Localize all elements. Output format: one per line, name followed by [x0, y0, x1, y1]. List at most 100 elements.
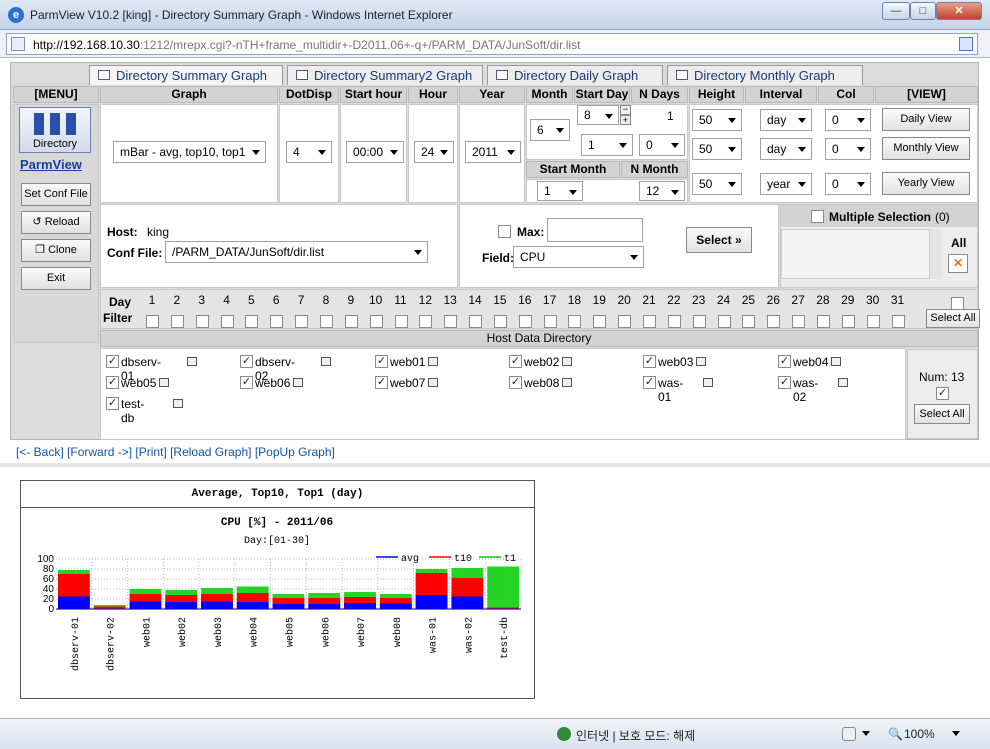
interval-select-3[interactable]: year	[760, 173, 812, 195]
day-checkbox[interactable]	[419, 315, 433, 328]
day-checkbox[interactable]	[493, 315, 507, 328]
popup-icon[interactable]	[293, 378, 303, 387]
day-checkbox[interactable]	[891, 315, 905, 328]
col-select-2[interactable]: 0	[825, 138, 871, 160]
year-select[interactable]: 2011	[465, 141, 521, 163]
host-checkbox[interactable]	[375, 376, 388, 389]
host-select-all-button[interactable]: Select All	[914, 404, 970, 424]
conf-file-select[interactable]: /PARM_DATA/JunSoft/dir.list	[165, 241, 428, 263]
day-checkbox[interactable]	[444, 315, 458, 328]
day-checkbox[interactable]	[618, 315, 632, 328]
compatibility-view-icon[interactable]	[959, 37, 973, 51]
day-checkbox[interactable]	[195, 315, 209, 328]
popup-icon[interactable]	[428, 357, 438, 366]
host-checkbox[interactable]	[643, 355, 656, 368]
parmview-link[interactable]: ParmView	[20, 157, 82, 172]
day-checkbox[interactable]	[866, 315, 880, 328]
height-select-2[interactable]: 50	[692, 138, 742, 160]
host-checkbox[interactable]	[240, 376, 253, 389]
host-checkbox[interactable]	[509, 355, 522, 368]
popup-icon[interactable]	[562, 357, 572, 366]
day-select-all-button[interactable]: Select All	[926, 309, 980, 328]
day-checkbox[interactable]	[469, 315, 483, 328]
zoom-level[interactable]: 100%	[904, 727, 935, 741]
tab-directory-summary-graph[interactable]: Directory Summary Graph	[89, 65, 283, 85]
list-scrollbar[interactable]	[929, 229, 941, 279]
popup-icon[interactable]	[173, 399, 183, 408]
exit-button[interactable]: Exit	[21, 267, 91, 290]
popup-icon[interactable]	[321, 357, 331, 366]
host-checkbox[interactable]	[509, 376, 522, 389]
popup-icon[interactable]	[428, 378, 438, 387]
tab-directory-daily-graph[interactable]: Directory Daily Graph	[487, 65, 663, 85]
day-checkbox[interactable]	[568, 315, 582, 328]
interval-select-1[interactable]: day	[760, 109, 812, 131]
day-checkbox[interactable]	[841, 315, 855, 328]
height-select-1[interactable]: 50	[692, 109, 742, 131]
forward-link[interactable]: [Forward ->]	[67, 445, 132, 459]
start-day-select[interactable]: 8	[577, 105, 619, 125]
host-checkbox[interactable]	[643, 376, 656, 389]
day-checkbox[interactable]	[319, 315, 333, 328]
hour-select[interactable]: 24	[414, 141, 454, 163]
protected-mode-icon[interactable]	[842, 727, 856, 741]
start-day2-select[interactable]: 1	[581, 134, 633, 156]
month-select[interactable]: 6	[530, 119, 570, 141]
clear-icon[interactable]: ✕	[948, 254, 968, 273]
day-checkbox[interactable]	[220, 315, 234, 328]
chevron-down-icon[interactable]	[862, 731, 870, 736]
multi-select-list[interactable]	[781, 229, 941, 279]
monthly-view-button[interactable]: Monthly View	[882, 137, 970, 160]
back-link[interactable]: [<- Back]	[16, 445, 64, 459]
n-month-select[interactable]: 12	[639, 181, 685, 201]
day-checkbox[interactable]	[667, 315, 681, 328]
day-checkbox[interactable]	[543, 315, 557, 328]
host-checkbox[interactable]	[375, 355, 388, 368]
popup-icon[interactable]	[838, 378, 848, 387]
start-month-select[interactable]: 1	[537, 181, 583, 201]
tab-directory-summary2-graph[interactable]: Directory Summary2 Graph	[287, 65, 483, 85]
dotdisp-select[interactable]: 4	[286, 141, 332, 163]
day-checkbox[interactable]	[146, 315, 159, 328]
select-button[interactable]: Select »	[686, 227, 752, 253]
minimize-button[interactable]: —	[882, 2, 910, 20]
host-checkbox[interactable]	[106, 397, 119, 410]
day-checkbox[interactable]	[170, 315, 184, 328]
popup-graph-link[interactable]: [PopUp Graph]	[255, 445, 335, 459]
start-hour-select[interactable]: 00:00	[346, 141, 404, 163]
popup-icon[interactable]	[703, 378, 713, 387]
directory-button[interactable]: Directory	[19, 107, 91, 153]
day-checkbox[interactable]	[245, 315, 259, 328]
tab-directory-monthly-graph[interactable]: Directory Monthly Graph	[667, 65, 863, 85]
n-days-select[interactable]: 0	[639, 134, 685, 156]
chevron-down-icon[interactable]	[952, 731, 960, 736]
host-checkbox[interactable]	[778, 376, 791, 389]
host-checkbox[interactable]	[240, 355, 253, 368]
max-input[interactable]	[547, 218, 643, 242]
graph-select[interactable]: mBar - avg, top10, top1	[113, 141, 266, 163]
day-checkbox[interactable]	[369, 315, 383, 328]
popup-icon[interactable]	[159, 378, 169, 387]
popup-icon[interactable]	[187, 357, 197, 366]
day-checkbox[interactable]	[593, 315, 607, 328]
day-checkbox[interactable]	[692, 315, 706, 328]
clone-button[interactable]: ❐ Clone	[21, 239, 91, 262]
close-button[interactable]: ✕	[936, 2, 982, 20]
day-checkbox[interactable]	[394, 315, 408, 328]
reload-graph-link[interactable]: [Reload Graph]	[170, 445, 251, 459]
daily-view-button[interactable]: Daily View	[882, 108, 970, 131]
reload-button[interactable]: ↺ Reload	[21, 211, 91, 234]
day-checkbox[interactable]	[742, 315, 756, 328]
popup-icon[interactable]	[831, 357, 841, 366]
day-checkbox[interactable]	[295, 315, 309, 328]
yearly-view-button[interactable]: Yearly View	[882, 172, 970, 195]
day-checkbox[interactable]	[518, 315, 532, 328]
day-checkbox[interactable]	[792, 315, 806, 328]
interval-select-2[interactable]: day	[760, 138, 812, 160]
day-checkbox[interactable]	[270, 315, 284, 328]
day-checkbox[interactable]	[767, 315, 781, 328]
height-select-3[interactable]: 50	[692, 173, 742, 195]
set-conf-file-button[interactable]: Set Conf File	[21, 183, 91, 206]
field-select[interactable]: CPU	[513, 246, 644, 268]
decrement-icon[interactable]: −	[620, 105, 631, 115]
